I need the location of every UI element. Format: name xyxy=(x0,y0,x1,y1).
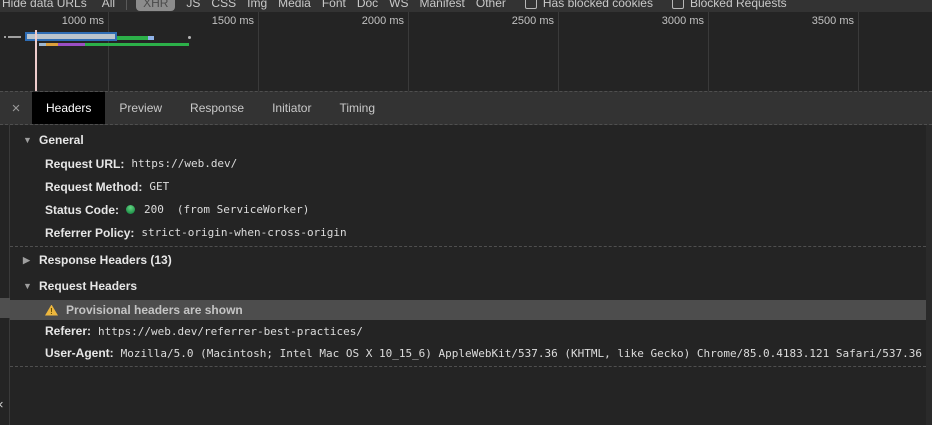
filter-font[interactable]: Font xyxy=(322,0,346,10)
provisional-headers-warning: ! Provisional headers are shown xyxy=(10,300,926,320)
tick-2500ms: 2500 ms xyxy=(512,15,554,27)
referrer-policy-row: Referrer Policy: strict-origin-when-cros… xyxy=(10,221,926,244)
network-overview-timeline[interactable]: 1000 ms 1500 ms 2000 ms 2500 ms 3000 ms … xyxy=(0,12,932,91)
waterfall-end-dot xyxy=(188,36,191,39)
referrer-policy-label: Referrer Policy: xyxy=(45,226,134,240)
load-event-line xyxy=(35,30,37,91)
response-headers-section-header[interactable]: ▶ Response Headers (13) xyxy=(10,247,926,273)
user-agent-value: Mozilla/5.0 (Macintosh; Intel Mac OS X 1… xyxy=(121,347,922,360)
waterfall-blue-bar xyxy=(39,43,46,46)
waterfall-start-dot xyxy=(4,36,6,38)
waterfall-yellow-bar xyxy=(46,43,58,46)
referer-row: Referer: https://web.dev/referrer-best-p… xyxy=(10,320,926,342)
blocked-requests-label: Blocked Requests xyxy=(690,0,787,10)
gridline xyxy=(108,12,109,91)
gridline xyxy=(558,12,559,91)
waterfall-blue-segment xyxy=(148,36,154,40)
has-blocked-cookies-label: Has blocked cookies xyxy=(543,0,653,10)
hide-data-urls-toggle[interactable]: Hide data URLs xyxy=(2,0,87,10)
triangle-down-icon: ▼ xyxy=(23,281,32,291)
tick-3000ms: 3000 ms xyxy=(662,15,704,27)
tick-2000ms: 2000 ms xyxy=(362,15,404,27)
status-code-value: 200 xyxy=(144,203,164,216)
general-section-title: General xyxy=(39,133,84,147)
request-table-edge: × xyxy=(0,125,10,425)
tick-3500ms: 3500 ms xyxy=(812,15,854,27)
selected-request-bar xyxy=(25,32,117,41)
status-code-row: Status Code: 200 (from ServiceWorker) xyxy=(10,198,926,221)
devtools-network-panel: Hide data URLs All XHR JS CSS Img Media … xyxy=(0,0,932,425)
referer-label: Referer: xyxy=(45,324,91,338)
waterfall-green-bar xyxy=(117,36,148,40)
filter-doc[interactable]: Doc xyxy=(357,0,378,10)
has-blocked-cookies-checkbox[interactable]: Has blocked cookies xyxy=(525,0,653,10)
gridline xyxy=(258,12,259,91)
waterfall-queue-bar xyxy=(8,36,21,38)
provisional-headers-text: Provisional headers are shown xyxy=(66,303,243,317)
tick-1500ms: 1500 ms xyxy=(212,15,254,27)
filter-all[interactable]: All xyxy=(102,0,115,10)
tick-1000ms: 1000 ms xyxy=(62,15,104,27)
waterfall-purple-bar xyxy=(58,43,85,46)
section-separator xyxy=(10,366,926,367)
request-method-label: Request Method: xyxy=(45,180,142,194)
filter-xhr-selected[interactable]: XHR xyxy=(136,0,175,11)
filter-css[interactable]: CSS xyxy=(211,0,236,10)
filter-media[interactable]: Media xyxy=(278,0,311,10)
filter-ws[interactable]: WS xyxy=(389,0,408,10)
gridline xyxy=(408,12,409,91)
warning-triangle-icon: ! xyxy=(45,305,58,316)
tab-initiator[interactable]: Initiator xyxy=(258,92,325,124)
gridline xyxy=(858,12,859,91)
request-headers-title: Request Headers xyxy=(39,279,137,293)
status-code-label: Status Code: xyxy=(45,203,119,217)
response-headers-title: Response Headers (13) xyxy=(39,253,172,267)
network-filter-bar: Hide data URLs All XHR JS CSS Img Media … xyxy=(0,0,932,12)
filter-img[interactable]: Img xyxy=(247,0,267,10)
gridline xyxy=(708,12,709,91)
waterfall-long-green-bar xyxy=(85,43,189,46)
status-code-note: (from ServiceWorker) xyxy=(177,203,309,216)
filter-other[interactable]: Other xyxy=(476,0,506,10)
filter-js[interactable]: JS xyxy=(186,0,200,10)
user-agent-row: User-Agent: Mozilla/5.0 (Macintosh; Inte… xyxy=(10,342,926,364)
tab-headers[interactable]: Headers xyxy=(32,92,105,124)
headers-pane: ▼ General Request URL: https://web.dev/ … xyxy=(10,125,926,425)
request-method-row: Request Method: GET xyxy=(10,175,926,198)
request-detail-tabbar: × Headers Preview Response Initiator Tim… xyxy=(0,91,932,125)
referer-value: https://web.dev/referrer-best-practices/ xyxy=(98,325,363,338)
request-url-value: https://web.dev/ xyxy=(131,157,237,170)
request-table-row-fragment xyxy=(0,298,10,318)
status-green-dot-icon xyxy=(126,205,135,214)
tab-response[interactable]: Response xyxy=(176,92,258,124)
triangle-down-icon: ▼ xyxy=(23,135,32,145)
user-agent-label: User-Agent: xyxy=(45,346,114,360)
close-detail-button[interactable]: × xyxy=(0,92,32,124)
general-section-header[interactable]: ▼ General xyxy=(10,128,926,152)
blocked-requests-checkbox[interactable]: Blocked Requests xyxy=(672,0,787,10)
tab-preview[interactable]: Preview xyxy=(105,92,176,124)
request-url-label: Request URL: xyxy=(45,157,124,171)
request-method-value: GET xyxy=(149,180,169,193)
vertical-scrollbar[interactable] xyxy=(926,125,932,425)
checkbox-icon[interactable] xyxy=(525,0,537,9)
triangle-right-icon: ▶ xyxy=(23,255,32,266)
filter-manifest[interactable]: Manifest xyxy=(420,0,465,10)
referrer-policy-value: strict-origin-when-cross-origin xyxy=(141,226,346,239)
filter-divider xyxy=(126,0,127,10)
checkbox-icon[interactable] xyxy=(672,0,684,9)
tab-timing[interactable]: Timing xyxy=(325,92,389,124)
clipped-glyph: × xyxy=(0,397,4,412)
request-headers-section-header[interactable]: ▼ Request Headers xyxy=(10,273,926,299)
request-url-row: Request URL: https://web.dev/ xyxy=(10,152,926,175)
